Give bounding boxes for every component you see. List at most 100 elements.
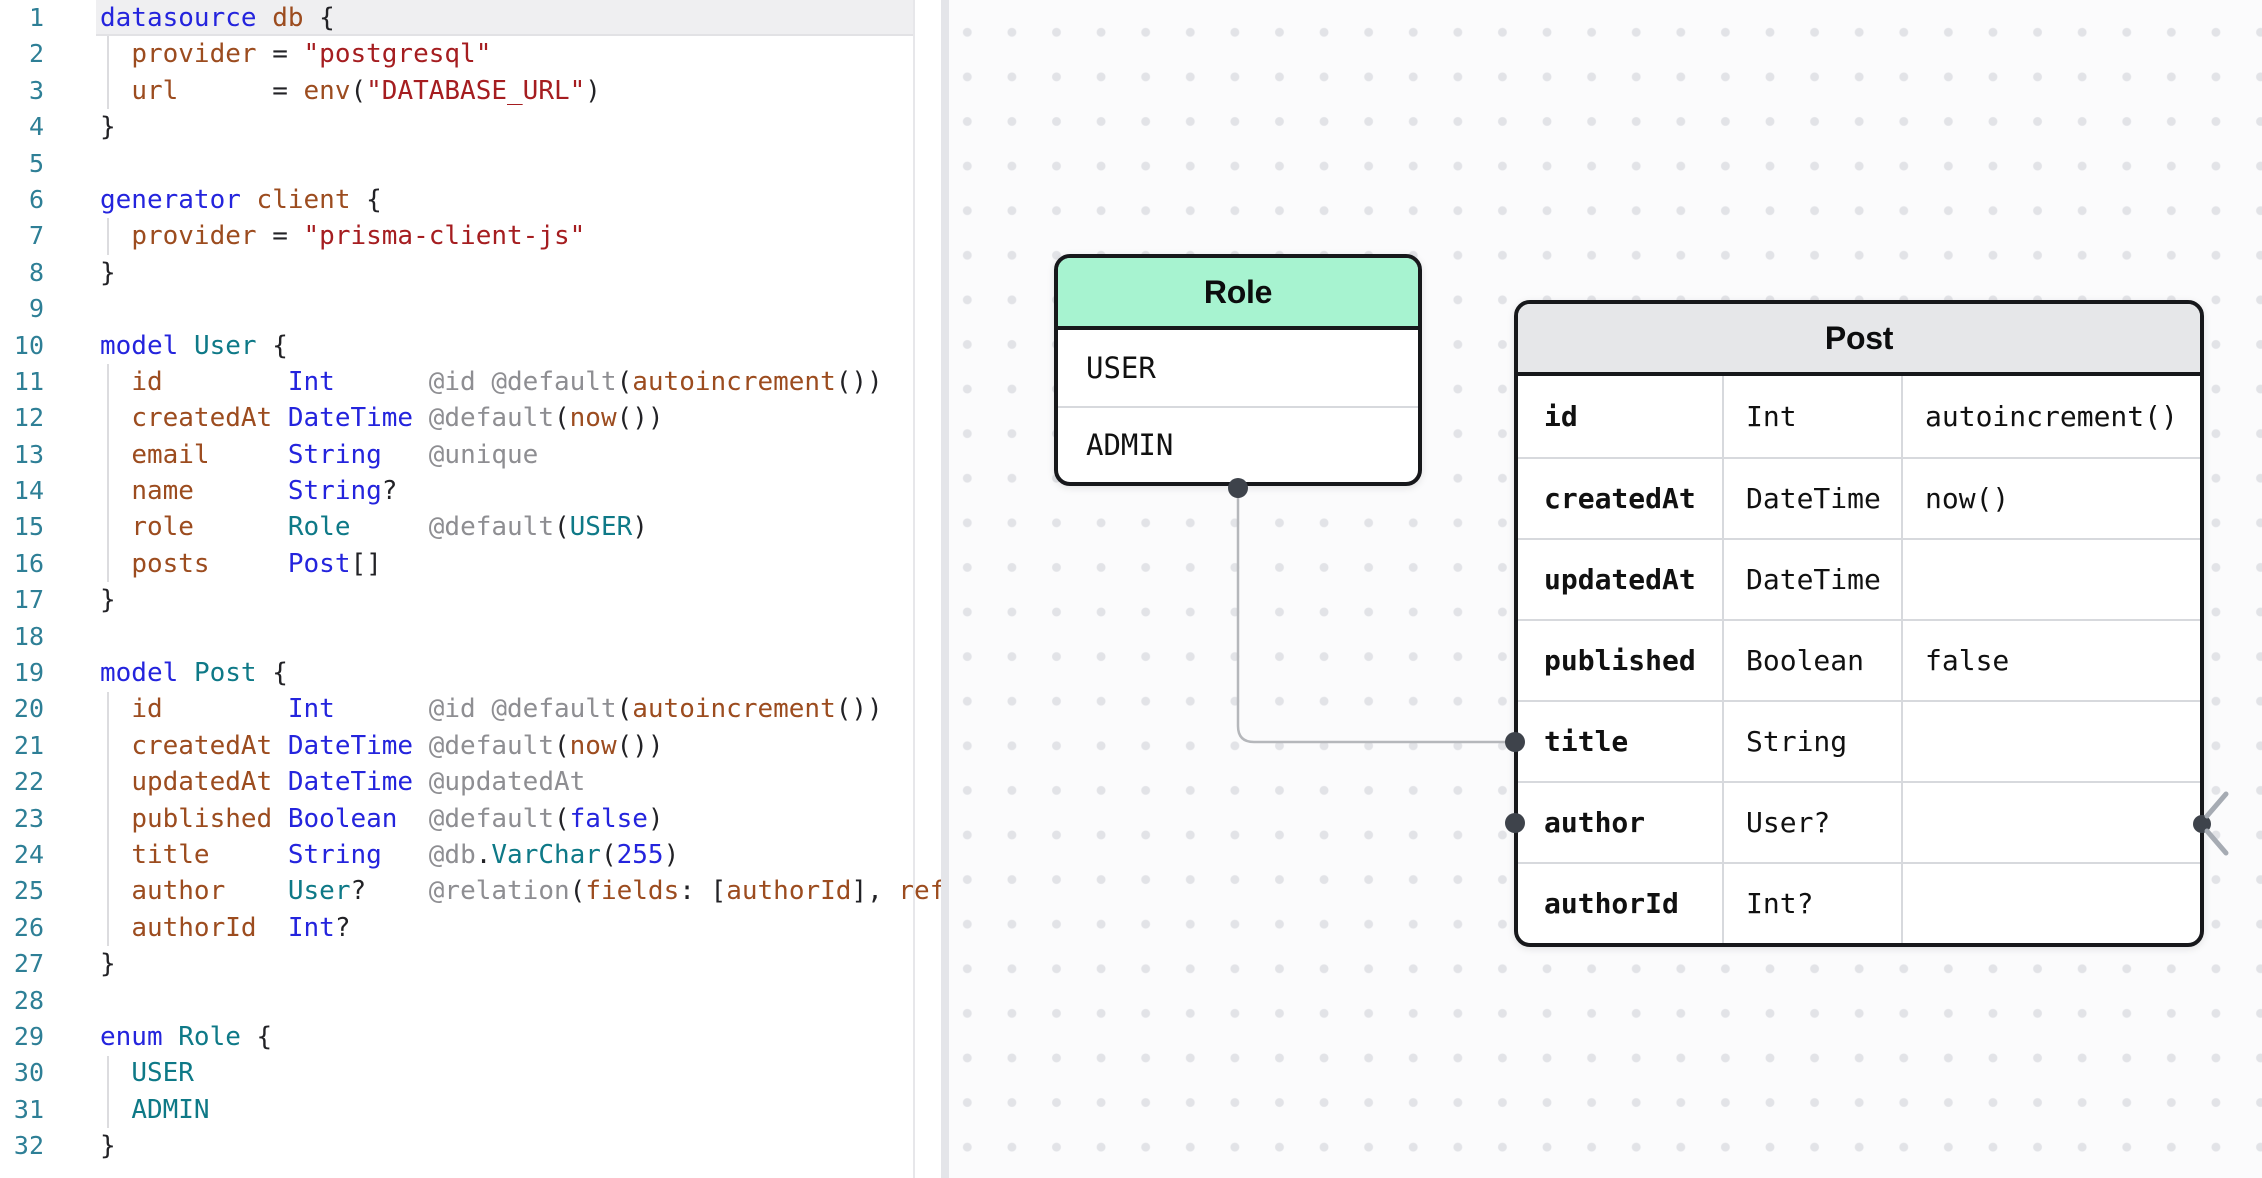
code-line[interactable]: 6 generator client { [0,182,941,218]
table-row-id[interactable]: idIntautoincrement() [1518,376,2200,457]
diagram-canvas[interactable]: Role USERADMIN Post idIntautoincrement()… [949,0,2262,1178]
code-text: url = env("DATABASE_URL") [100,73,601,109]
cell-type: DateTime [1722,459,1901,538]
table-row-published[interactable]: publishedBooleanfalse [1518,619,2200,700]
cell-field: author [1518,783,1722,862]
line-number: 8 [0,255,44,291]
code-line[interactable]: 20 id Int @id @default(autoincrement()) [0,691,941,727]
line-number: 11 [0,364,44,400]
cell-type: DateTime [1722,540,1901,619]
table-row-createdAt[interactable]: createdAtDateTimenow() [1518,457,2200,538]
line-number: 6 [0,182,44,218]
code-line[interactable]: 11 id Int @id @default(autoincrement()) [0,364,941,400]
line-number: 9 [0,291,44,327]
schema-code-editor[interactable]: 1 datasource db {2 provider = "postgresql… [0,0,941,1178]
code-line[interactable]: 17} [0,582,941,618]
line-number: 14 [0,473,44,509]
cell-field: updatedAt [1518,540,1722,619]
relation-edge [1238,488,1509,742]
cell-type: String [1722,702,1901,781]
code-line[interactable]: 26 authorId Int? [0,910,941,946]
enum-value-row[interactable]: ADMIN [1058,406,1418,482]
code-text: enum Role { [100,1019,272,1055]
code-line[interactable]: 18 [0,619,941,655]
code-text: email String @unique [100,437,538,473]
code-line[interactable]: 13 email String @unique [0,437,941,473]
code-line[interactable]: 21 createdAt DateTime @default(now()) [0,728,941,764]
enum-value-row[interactable]: USER [1058,330,1418,406]
code-line[interactable]: 32} [0,1128,941,1164]
code-line[interactable]: 14 name String? [0,473,941,509]
code-line[interactable]: 15 role Role @default(USER) [0,509,941,545]
code-text: model User { [100,328,288,364]
code-text: } [100,582,116,618]
line-number: 19 [0,655,44,691]
cell-field: authorId [1518,864,1722,943]
cell-default: false [1901,621,2200,700]
line-number: 13 [0,437,44,473]
code-line[interactable]: 16 posts Post[] [0,546,941,582]
line-number: 31 [0,1092,44,1128]
code-line[interactable]: 5 [0,146,941,182]
line-number: 30 [0,1055,44,1091]
code-text: posts Post[] [100,546,382,582]
code-line[interactable]: 7 provider = "prisma-client-js" [0,218,941,254]
code-text: authorId Int? [100,910,350,946]
code-line[interactable]: 25 author User? @relation(fields: [autho… [0,873,941,909]
code-line[interactable]: 24 title String @db.VarChar(255) [0,837,941,873]
code-text: role Role @default(USER) [100,509,648,545]
line-number: 12 [0,400,44,436]
code-line[interactable]: 2 provider = "postgresql" [0,36,941,72]
code-line[interactable]: 22 updatedAt DateTime @updatedAt [0,764,941,800]
cell-type: Int [1722,376,1901,457]
line-number: 7 [0,218,44,254]
cell-field: title [1518,702,1722,781]
code-line[interactable]: 31 ADMIN [0,1092,941,1128]
line-number: 1 [0,0,44,36]
cell-field: id [1518,376,1722,457]
code-line[interactable]: 9 [0,291,941,327]
code-line[interactable]: 30 USER [0,1055,941,1091]
code-line[interactable]: 28 [0,983,941,1019]
code-line[interactable]: 4} [0,109,941,145]
code-text: datasource db { [100,0,335,36]
code-text: USER [100,1055,194,1091]
code-line[interactable]: 27} [0,946,941,982]
pane-divider[interactable] [941,0,949,1178]
line-number: 27 [0,946,44,982]
line-number: 25 [0,873,44,909]
post-node-header[interactable]: Post [1518,304,2200,376]
role-node-header[interactable]: Role [1058,258,1418,330]
cell-field: published [1518,621,1722,700]
cell-default [1901,540,2200,619]
code-text: createdAt DateTime @default(now()) [100,400,664,436]
code-line[interactable]: 29 enum Role { [0,1019,941,1055]
code-line[interactable]: 10model User { [0,328,941,364]
code-line[interactable]: 3 url = env("DATABASE_URL") [0,73,941,109]
code-line[interactable]: 12 createdAt DateTime @default(now()) [0,400,941,436]
code-line[interactable]: 23 published Boolean @default(false) [0,801,941,837]
table-row-updatedAt[interactable]: updatedAtDateTime [1518,538,2200,619]
table-row-author[interactable]: authorUser? [1518,781,2200,862]
table-node-role[interactable]: Role USERADMIN [1054,254,1422,486]
cell-default [1901,864,2200,943]
line-number: 29 [0,1019,44,1055]
code-line[interactable]: 1 datasource db { [0,0,941,36]
table-row-authorId[interactable]: authorIdInt? [1518,862,2200,943]
code-text: updatedAt DateTime @updatedAt [100,764,585,800]
code-line[interactable]: 19model Post { [0,655,941,691]
line-number: 16 [0,546,44,582]
line-number: 17 [0,582,44,618]
code-text: provider = "prisma-client-js" [100,218,585,254]
post-node-body: idIntautoincrement()createdAtDateTimenow… [1518,376,2200,943]
code-text: } [100,109,116,145]
line-number: 3 [0,73,44,109]
table-row-title[interactable]: titleString [1518,700,2200,781]
line-number: 4 [0,109,44,145]
code-line[interactable]: 8} [0,255,941,291]
code-text: } [100,255,116,291]
code-text: generator client { [100,182,382,218]
line-number: 32 [0,1128,44,1164]
line-number: 23 [0,801,44,837]
table-node-post[interactable]: Post idIntautoincrement()createdAtDateTi… [1514,300,2204,947]
